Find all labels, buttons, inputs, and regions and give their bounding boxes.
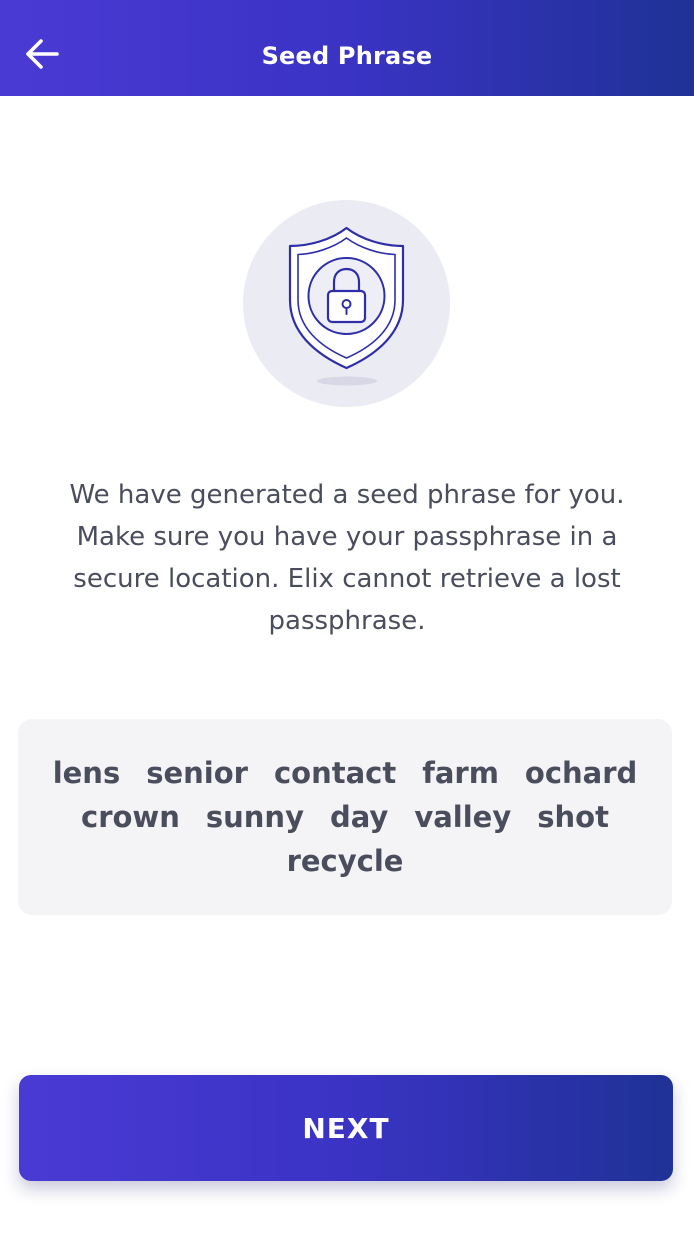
app-header: Seed Phrase — [0, 0, 694, 96]
back-button[interactable] — [22, 34, 62, 74]
seed-word: valley — [414, 800, 512, 834]
shield-lock-illustration — [243, 200, 450, 407]
seed-phrase-description: We have generated a seed phrase for you.… — [69, 480, 625, 636]
next-button[interactable]: NEXT — [19, 1075, 673, 1181]
seed-word: senior — [146, 756, 248, 790]
shield-lock-icon — [243, 200, 450, 407]
seed-word: day — [329, 800, 389, 834]
page-title: Seed Phrase — [261, 42, 433, 70]
seed-word: sunny — [205, 800, 304, 834]
seed-word: recycle — [286, 844, 404, 878]
seed-phrase-words: lens senior contact farm ochard crown su… — [45, 751, 645, 883]
next-button-label: NEXT — [302, 1111, 390, 1145]
seed-word: farm — [422, 756, 499, 790]
seed-word: contact — [273, 756, 397, 790]
seed-word: crown — [81, 800, 180, 834]
seed-word: lens — [52, 756, 121, 790]
arrow-left-icon — [26, 39, 59, 69]
seed-phrase-card: lens senior contact farm ochard crown su… — [18, 719, 672, 915]
seed-word: shot — [537, 800, 609, 834]
seed-word: ochard — [524, 756, 638, 790]
